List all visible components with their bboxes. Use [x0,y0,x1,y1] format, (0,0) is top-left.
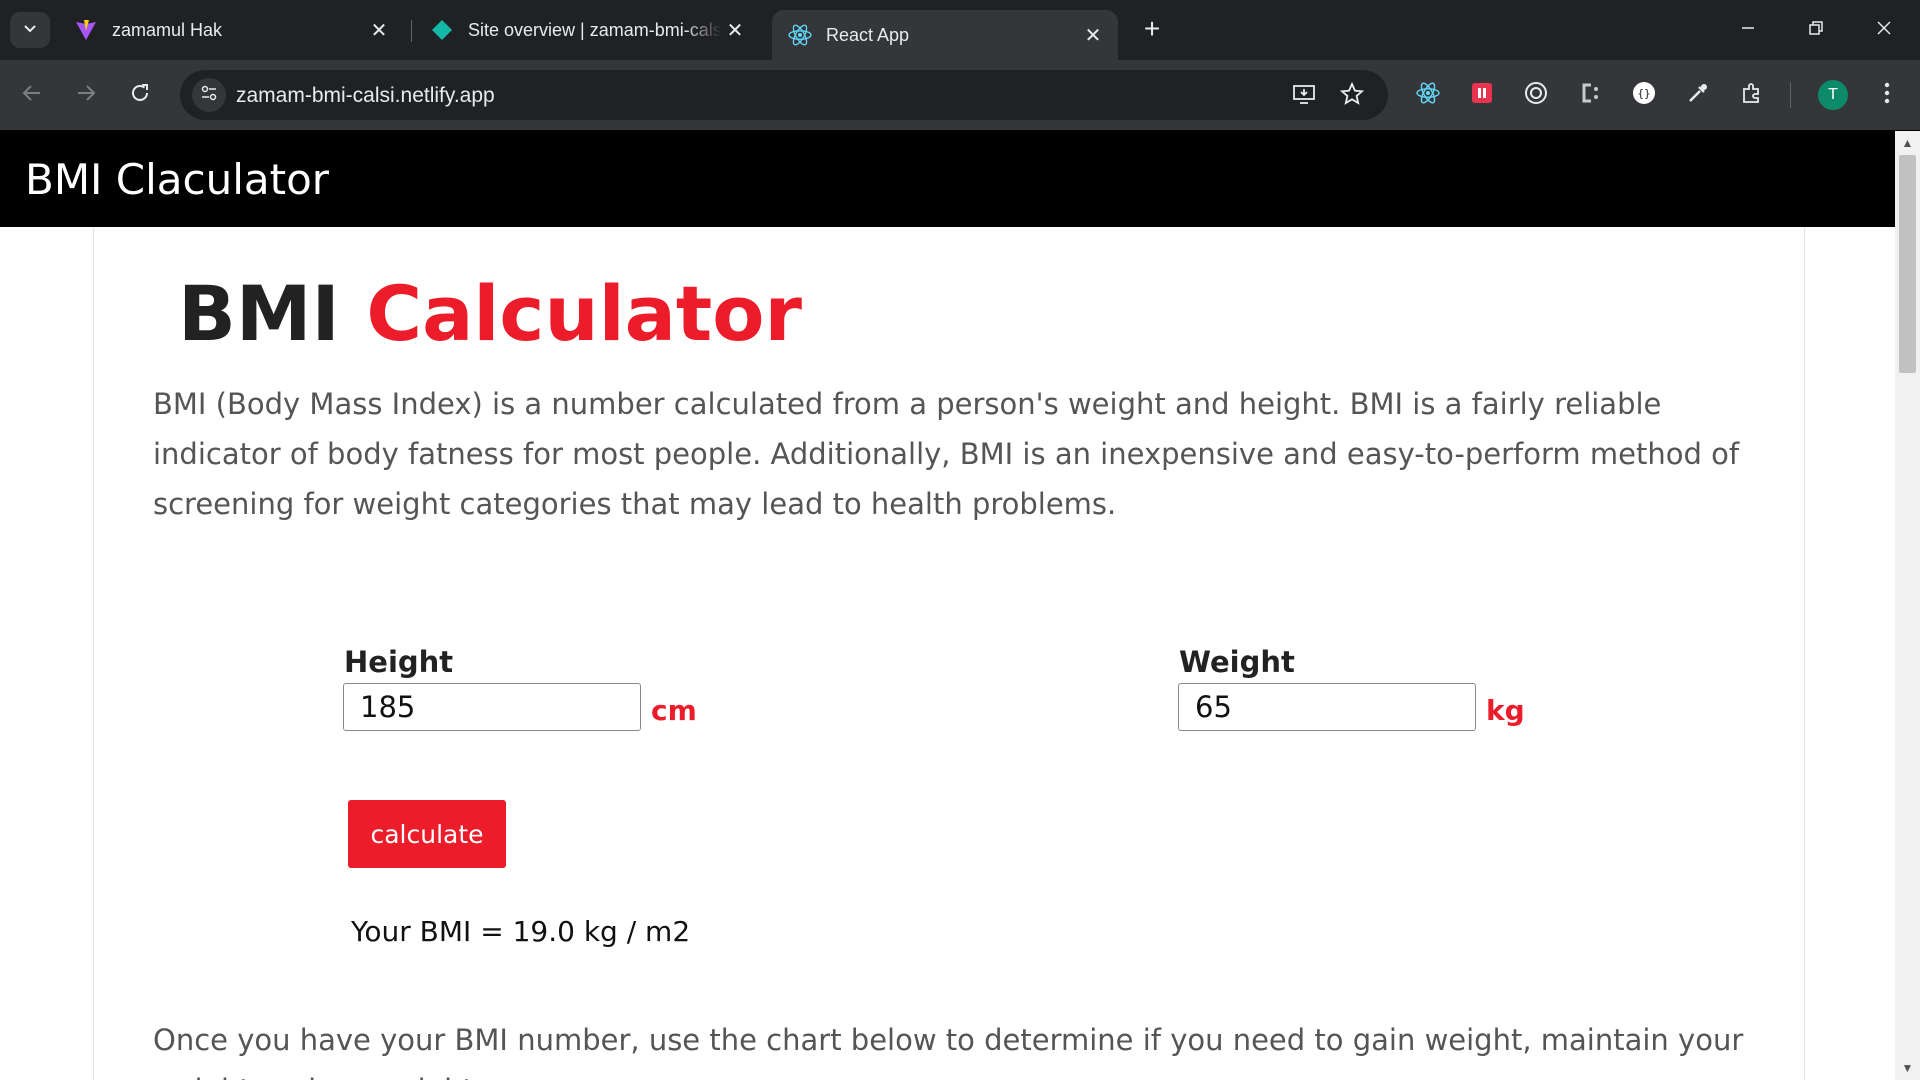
tab-divider [411,20,412,42]
forward-button[interactable] [68,77,104,113]
extensions-button[interactable] [1737,80,1767,110]
react-icon [788,23,812,47]
bookmark-button[interactable] [1338,81,1366,111]
vite-icon [74,18,98,42]
reload-icon [129,82,151,109]
result-suffix: kg / m2 [583,915,691,948]
toolbar-divider [1790,82,1791,108]
target-extension[interactable] [1521,80,1551,110]
close-icon[interactable]: ✕ [722,17,748,43]
restore-icon [1808,20,1824,41]
eyedropper-extension[interactable] [1683,80,1713,110]
result-prefix: Your BMI = [351,915,504,948]
new-tab-button[interactable]: + [1136,13,1168,45]
tab-title: zamamul Hak [112,19,223,40]
height-input[interactable] [343,683,641,731]
star-icon [1339,81,1365,111]
pause-icon [1470,81,1494,110]
main-container: BMI Calculator BMI (Body Mass Index) is … [93,227,1805,1080]
arrow-left-icon [21,82,43,109]
weight-label: Weight [1179,645,1295,679]
outro-paragraph: Once you have your BMI number, use the c… [153,1023,1744,1080]
intro-paragraph: BMI (Body Mass Index) is a number calcul… [153,387,1740,521]
site-navbar: BMI Claculator [0,131,1895,227]
netlify-icon [430,18,454,42]
minimize-icon [1740,20,1756,41]
reload-button[interactable] [122,77,158,113]
tab-title: Site overview | zamam-bmi-calsi [468,19,722,40]
brackets-extension[interactable]: {} [1629,80,1659,110]
profile-avatar[interactable]: T [1818,80,1848,110]
scroll-down-icon[interactable]: ▼ [1895,1058,1920,1078]
minimize-button[interactable] [1724,10,1772,50]
back-button[interactable] [14,77,50,113]
arrow-right-icon [75,82,97,109]
navbar-brand[interactable]: BMI Claculator [25,155,329,204]
more-vert-icon [1884,82,1890,109]
browser-menu-button[interactable] [1872,80,1902,110]
puzzle-icon [1740,81,1764,110]
install-icon [1292,82,1316,111]
bmi-result: Your BMI = 19.0 kg / m2 [351,915,690,948]
weight-unit: kg [1486,694,1525,727]
target-icon [1524,81,1548,110]
site-info-button[interactable] [192,78,226,112]
result-value: 19.0 [512,915,575,948]
code-extension[interactable] [1575,80,1605,110]
react-devtools-extension[interactable] [1413,80,1443,110]
plus-icon: + [1143,13,1161,44]
address-bar[interactable]: zamam-bmi-calsi.netlify.app [180,70,1388,120]
height-label: Height [344,645,454,679]
chevron-down-icon [23,21,37,40]
pause-extension[interactable] [1467,80,1497,110]
tab-zamamul-hak[interactable]: zamamul Hak ✕ [58,10,404,50]
close-icon [1876,20,1892,41]
close-icon[interactable]: ✕ [1080,22,1106,48]
restore-button[interactable] [1792,10,1840,50]
title-part-bmi: BMI [178,269,340,358]
close-window-button[interactable] [1860,10,1908,50]
eyedropper-icon [1686,81,1710,110]
tab-title: React App [826,24,910,45]
install-app-button[interactable] [1290,82,1318,110]
brackets-icon: {} [1632,81,1656,110]
page-title: BMI Calculator [178,269,802,358]
page-viewport: BMI Claculator BMI Calculator BMI (Body … [0,131,1895,1080]
scrollbar-thumb[interactable] [1899,155,1916,373]
tab-react-app[interactable]: React App ✕ [772,10,1118,60]
svg-text:{}: {} [1637,87,1650,100]
weight-input[interactable] [1178,683,1476,731]
scroll-up-icon[interactable]: ▲ [1895,133,1920,153]
tab-search-button[interactable] [10,12,50,48]
calculate-button[interactable]: calculate [348,800,506,868]
code-icon [1578,81,1602,110]
react-icon [1416,81,1440,110]
tune-icon [200,84,218,107]
page-scrollbar[interactable]: ▲ ▼ [1895,131,1920,1080]
title-part-calculator: Calculator [366,269,802,358]
url-text[interactable]: zamam-bmi-calsi.netlify.app [236,84,495,108]
height-unit: cm [651,694,697,727]
tab-site-overview[interactable]: Site overview | zamam-bmi-calsi ✕ [414,10,760,50]
tab-strip: zamamul Hak ✕ Site overview | zamam-bmi-… [0,0,1920,60]
close-icon[interactable]: ✕ [366,17,392,43]
